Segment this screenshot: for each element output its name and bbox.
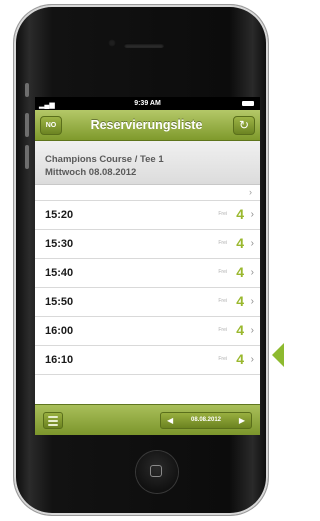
availability-label: Frei [218, 211, 227, 217]
home-square-icon [150, 465, 162, 477]
course-header: Champions Course / Tee 1 Mittwoch 08.08.… [35, 141, 260, 185]
availability-label: Frei [218, 327, 227, 333]
app-screen: ▂▄▆ 9:39 AM NO Reservierungsliste ↻ Cham… [35, 97, 260, 435]
tee-time-row[interactable]: 15:30 Frei 4 › [35, 230, 260, 259]
battery-icon [242, 101, 254, 106]
tee-time: 15:20 [45, 209, 74, 221]
list-item-partial[interactable]: › [35, 185, 260, 201]
date-navigator: ◀ 08.08.2012 ▶ [160, 412, 252, 429]
available-slots: 4 [236, 235, 244, 251]
course-date: Mittwoch 08.08.2012 [45, 167, 137, 178]
available-slots: 4 [236, 322, 244, 338]
page-title: Reservierungsliste [90, 118, 203, 132]
chevron-right-icon: › [250, 296, 254, 307]
chevron-right-icon: › [250, 209, 254, 220]
availability-label: Frei [218, 269, 227, 275]
front-camera [108, 39, 116, 47]
earpiece-speaker [124, 43, 164, 48]
tee-time: 16:10 [45, 354, 74, 366]
chevron-right-icon: › [250, 238, 254, 249]
pointer-arrow-icon [272, 343, 284, 367]
menu-button[interactable] [43, 412, 63, 429]
mute-switch [25, 83, 29, 97]
menu-icon-bar [48, 420, 58, 422]
tee-time: 15:50 [45, 296, 74, 308]
chevron-right-icon: › [249, 187, 252, 197]
tee-time-row[interactable]: 15:20 Frei 4 › [35, 201, 260, 230]
status-bar: ▂▄▆ 9:39 AM [35, 97, 260, 110]
menu-icon-bar [48, 424, 58, 426]
availability-label: Frei [218, 356, 227, 362]
available-slots: 4 [236, 264, 244, 280]
available-slots: 4 [236, 206, 244, 222]
availability-label: Frei [218, 298, 227, 304]
tee-time: 15:40 [45, 267, 74, 279]
navigation-bar: NO Reservierungsliste ↻ [35, 110, 260, 141]
next-date-button[interactable]: ▶ [239, 413, 245, 428]
tee-time-row[interactable]: 15:50 Frei 4 › [35, 288, 260, 317]
status-time: 9:39 AM [134, 100, 161, 107]
tee-time: 15:30 [45, 238, 74, 250]
menu-icon [48, 416, 58, 418]
available-slots: 4 [236, 351, 244, 367]
bottom-toolbar: ◀ 08.08.2012 ▶ [35, 404, 260, 435]
nav-back-button[interactable]: NO [40, 116, 62, 135]
tee-time: 16:00 [45, 325, 74, 337]
chevron-right-icon: › [250, 325, 254, 336]
refresh-icon: ↻ [238, 118, 250, 132]
tee-time-row[interactable]: 15:40 Frei 4 › [35, 259, 260, 288]
course-name: Champions Course / Tee 1 [45, 154, 164, 165]
tee-time-row[interactable]: 16:00 Frei 4 › [35, 317, 260, 346]
volume-down-button [25, 145, 29, 169]
refresh-button[interactable]: ↻ [233, 116, 255, 135]
home-button[interactable] [136, 451, 178, 493]
available-slots: 4 [236, 293, 244, 309]
chevron-right-icon: › [250, 354, 254, 365]
current-date: 08.08.2012 [190, 417, 222, 423]
availability-label: Frei [218, 240, 227, 246]
chevron-right-icon: › [250, 267, 254, 278]
volume-up-button [25, 113, 29, 137]
tee-time-row[interactable]: 16:10 Frei 4 › [35, 346, 260, 375]
